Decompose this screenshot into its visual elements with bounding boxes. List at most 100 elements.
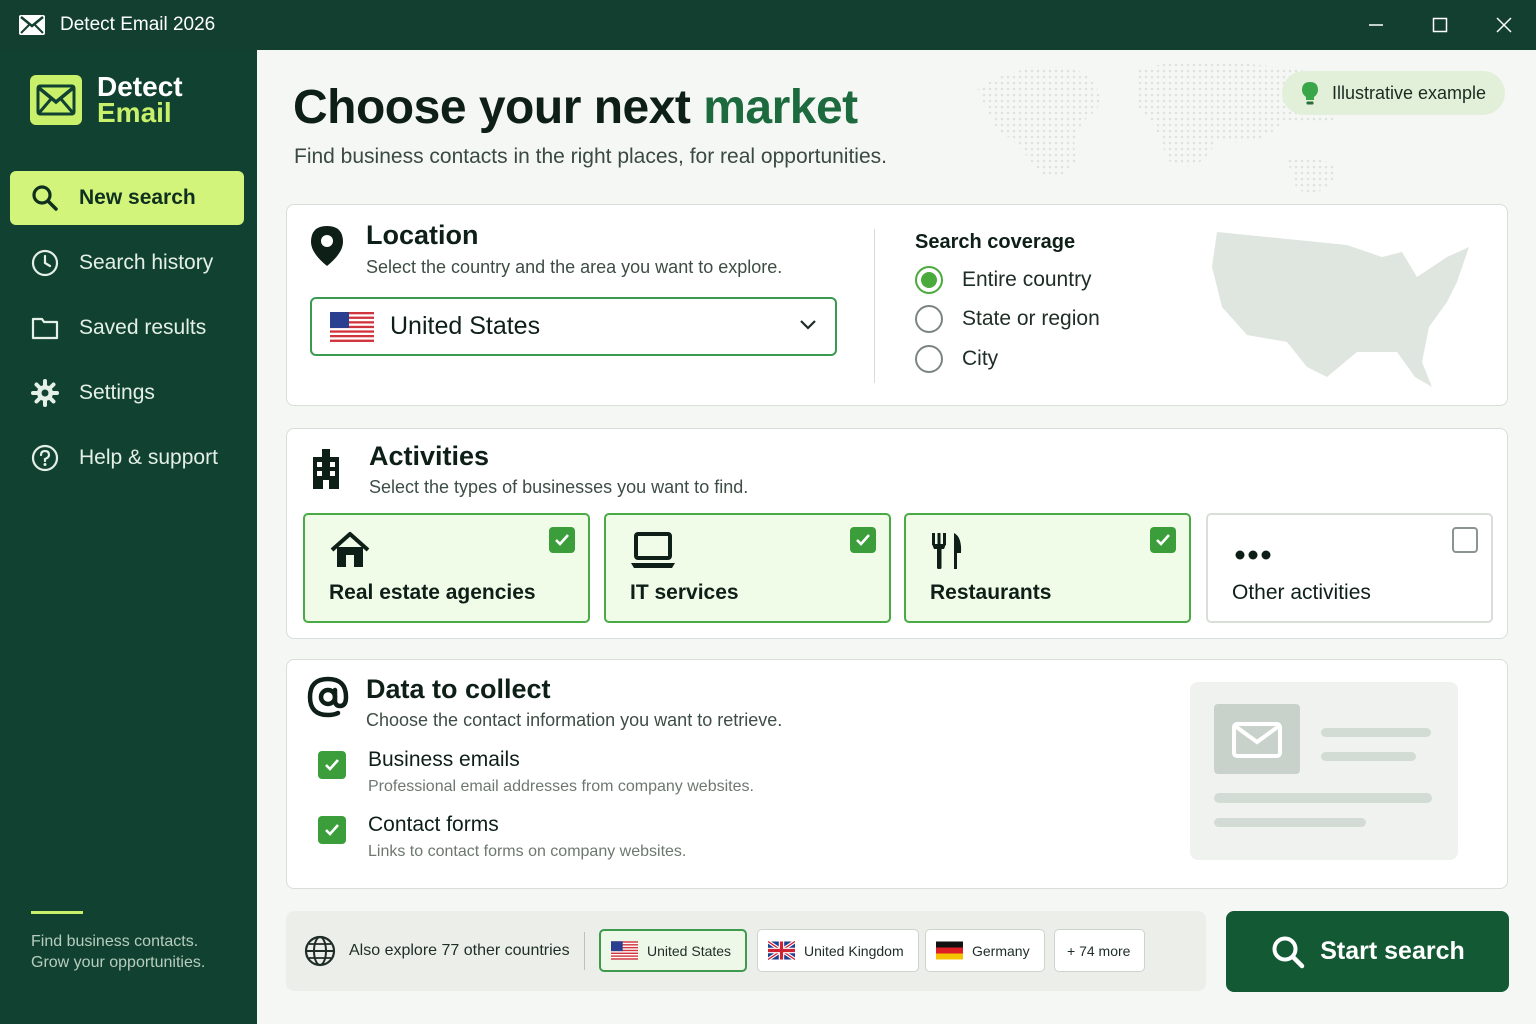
activity-label: Other activities [1232, 581, 1371, 604]
more-dots-icon [1235, 550, 1271, 560]
data-option-checkbox[interactable] [318, 816, 346, 844]
explore-label: Also explore 77 other countries [304, 935, 570, 967]
data-to-collect-card: Data to collect Choose the contact infor… [286, 659, 1508, 889]
us-flag-icon [611, 941, 638, 960]
activity-checkbox[interactable] [549, 527, 575, 553]
house-icon [330, 532, 370, 567]
radio-button[interactable] [915, 345, 943, 373]
location-card: Location Select the country and the area… [286, 204, 1508, 406]
country-chip-label: United States [647, 942, 732, 959]
activity-tile-other[interactable]: Other activities [1206, 513, 1493, 623]
sidebar-item-label: New search [79, 186, 196, 209]
chevron-down-icon [800, 320, 816, 330]
activities-card: Activities Select the types of businesse… [286, 428, 1508, 639]
start-search-button[interactable]: Start search [1226, 911, 1509, 992]
at-sign-icon [307, 676, 349, 718]
data-option-checkbox[interactable] [318, 751, 346, 779]
sidebar-item-label: Settings [79, 381, 155, 404]
start-search-label: Start search [1320, 937, 1465, 965]
minimize-icon [1369, 24, 1383, 26]
maximize-button[interactable] [1408, 0, 1472, 50]
country-chip-more[interactable]: + 74 more [1054, 929, 1146, 972]
activity-tile-it-services[interactable]: IT services [604, 513, 891, 623]
activities-title: Activities [369, 441, 490, 471]
bar-divider [584, 932, 585, 970]
checkmark-icon [1156, 534, 1170, 546]
radio-button[interactable] [915, 305, 943, 333]
us-map-illustration [1212, 232, 1469, 387]
checkmark-icon [325, 759, 339, 771]
data-option-description: Professional email addresses from compan… [368, 778, 754, 795]
activity-label: Real estate agencies [329, 581, 536, 604]
country-chip-united-states[interactable]: United States [599, 929, 748, 972]
sidebar-item-label: Search history [79, 251, 214, 274]
data-option-description: Links to contact forms on company websit… [368, 843, 687, 860]
page-title-prefix: Choose your next [293, 81, 704, 134]
illustrative-badge-label: Illustrative example [1332, 82, 1487, 103]
brand-logo-icon [30, 75, 82, 125]
envelope-card-icon [1214, 704, 1432, 827]
coverage-option-label: State or region [962, 307, 1100, 330]
page-subtitle: Find business contacts in the right plac… [294, 145, 887, 168]
folder-icon [31, 317, 59, 340]
country-chip-united-kingdom[interactable]: United Kingdom [757, 929, 919, 972]
sidebar-item-search-history[interactable]: Search history [10, 236, 244, 290]
explore-text: Also explore 77 other countries [349, 942, 570, 959]
data-option-business-emails[interactable]: Business emails Professional email addre… [318, 748, 754, 796]
building-icon [313, 449, 339, 489]
country-select[interactable]: United States [310, 297, 837, 356]
activity-label: Restaurants [930, 581, 1052, 604]
sidebar-item-saved-results[interactable]: Saved results [10, 301, 244, 355]
page-title: Choose your next market [293, 80, 858, 135]
brand: Detect Email [30, 73, 183, 127]
lightbulb-icon [1302, 82, 1318, 105]
explore-countries-bar: Also explore 77 other countries United S… [286, 911, 1206, 991]
country-chip-label: United Kingdom [804, 942, 904, 959]
activity-checkbox[interactable] [1150, 527, 1176, 553]
sidebar-item-label: Help & support [79, 446, 218, 469]
activity-checkbox[interactable] [850, 527, 876, 553]
coverage-option-city[interactable]: City [915, 345, 998, 373]
sidebar-item-help-support[interactable]: Help & support [10, 431, 244, 485]
activity-checkbox[interactable] [1452, 527, 1478, 553]
data-option-title: Business emails [368, 748, 520, 771]
email-preview-illustration [1190, 682, 1458, 860]
fork-knife-icon [932, 533, 962, 569]
accent-divider [31, 911, 83, 914]
country-chip-label: Germany [972, 942, 1030, 959]
activity-tile-real-estate[interactable]: Real estate agencies [303, 513, 590, 623]
minimize-button[interactable] [1344, 0, 1408, 50]
coverage-option-entire-country[interactable]: Entire country [915, 266, 1092, 294]
vertical-divider [874, 229, 875, 383]
sidebar-item-settings[interactable]: Settings [10, 366, 244, 420]
coverage-option-label: City [962, 347, 999, 370]
search-icon [1272, 936, 1305, 968]
checkmark-icon [856, 534, 870, 546]
main-content: Choose your next market Find business co… [257, 50, 1536, 1024]
sidebar-item-new-search[interactable]: New search [10, 171, 244, 225]
activity-label: IT services [630, 581, 739, 604]
data-option-title: Contact forms [368, 813, 499, 836]
close-icon [1496, 17, 1512, 33]
country-chip-germany[interactable]: Germany [925, 929, 1045, 972]
sidebar-tagline-1: Find business contacts. [31, 933, 199, 950]
radio-button-selected[interactable] [915, 266, 943, 294]
checkmark-icon [555, 534, 569, 546]
activity-tile-restaurants[interactable]: Restaurants [904, 513, 1191, 623]
data-option-contact-forms[interactable]: Contact forms Links to contact forms on … [318, 813, 686, 861]
gear-icon [31, 379, 59, 407]
sidebar-item-label: Saved results [79, 316, 207, 339]
uk-flag-icon [768, 941, 795, 960]
help-icon [31, 444, 59, 472]
title-bar: Detect Email 2026 [0, 0, 1536, 50]
sidebar-tagline-2: Grow your opportunities. [31, 954, 206, 971]
coverage-option-state-region[interactable]: State or region [915, 305, 1100, 333]
country-chip-label: + 74 more [1067, 942, 1131, 959]
germany-flag-icon [936, 941, 963, 960]
globe-icon [304, 935, 336, 967]
illustrative-badge: Illustrative example [1282, 71, 1506, 115]
country-select-value: United States [390, 312, 541, 340]
close-button[interactable] [1472, 0, 1536, 50]
maximize-icon [1432, 17, 1448, 33]
sidebar-footer: Find business contacts. Grow your opport… [31, 911, 205, 973]
